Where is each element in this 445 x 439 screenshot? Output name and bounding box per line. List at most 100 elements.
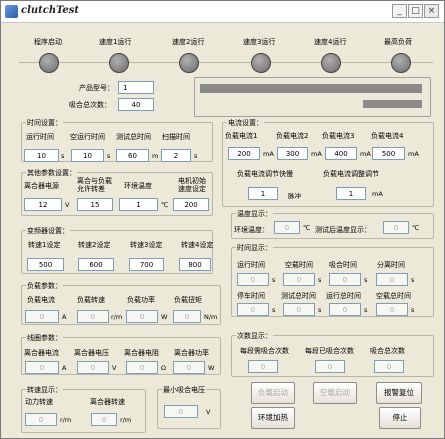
run-time-display: 0 (237, 273, 269, 286)
unit-label: W (208, 364, 215, 372)
alarm-reset-button[interactable]: 报警复位 (376, 382, 422, 404)
status-lamp-icon (251, 53, 271, 73)
motor-speed-input[interactable]: 200 (173, 198, 209, 211)
field-label: 转速3设定 (130, 241, 163, 249)
field-label: 电机初始速度设定 (178, 177, 206, 193)
field-label: 离合器电压 (74, 349, 109, 357)
product-type-label: 产品型号： (79, 84, 114, 92)
load-start-button[interactable]: 负载启动 (251, 382, 295, 404)
test-total-time-input[interactable]: 60 (116, 149, 149, 162)
slip-allow-input[interactable]: 15 (77, 198, 113, 211)
env-temp-display: 0 (274, 221, 300, 234)
segment-required-display: 0 (248, 360, 278, 373)
clutch-power-input[interactable]: 12 (24, 198, 62, 211)
status-lamp-icon (179, 53, 199, 73)
unit-label: W (161, 313, 168, 321)
field-label: 每段已吸合次数 (305, 347, 354, 355)
progress-bar (200, 84, 422, 93)
field-label: 环境温度 (124, 182, 152, 190)
field-label: 吸合总次数 (370, 347, 405, 355)
field-label: 离合器电阻 (124, 349, 159, 357)
current-speed-input[interactable]: 1 (248, 187, 278, 200)
clutch-current-display: 0 (25, 361, 59, 374)
ambient-temp-input[interactable]: 1 (119, 198, 158, 211)
progress-panel (194, 77, 431, 117)
load-torque-display: 0 (173, 310, 201, 323)
load-current-3-input[interactable]: 400 (325, 147, 357, 160)
min-voltage-display: 0 (164, 405, 198, 418)
group-title: 时间设置： (26, 118, 63, 128)
clutch-resistance-display: 0 (126, 361, 158, 374)
load-current-4-input[interactable]: 500 (372, 147, 405, 160)
maximize-button[interactable]: □ (408, 4, 423, 18)
minimize-button[interactable]: _ (392, 4, 407, 18)
status-lamp-icon (109, 53, 129, 73)
unit-label: mA (372, 190, 383, 198)
unit-label: s (364, 306, 368, 314)
clutch-voltage-display: 0 (77, 361, 109, 374)
clutch-power-display: 0 (173, 361, 205, 374)
unit-label: mA (263, 150, 274, 158)
unit-label: s (272, 306, 276, 314)
run-time-input[interactable]: 10 (24, 149, 59, 162)
field-label: 负载电流4 (371, 132, 404, 140)
unit-label: s (272, 276, 276, 284)
group-title: 其他参数设置： (26, 168, 77, 178)
unit-label: s (318, 306, 322, 314)
speed-1-input[interactable]: 500 (27, 258, 64, 271)
segment-done-display: 0 (315, 360, 345, 373)
field-label: 离合与负载允许转差 (77, 177, 112, 193)
field-label: 空载时间 (285, 261, 313, 269)
close-button[interactable]: × (424, 4, 439, 18)
group-title: 最小吸合电压 (162, 385, 206, 395)
unit-label: Ω (161, 364, 166, 372)
unit-label: ℃ (303, 224, 311, 232)
field-label: 负载电流调节快慢 (237, 170, 293, 178)
unit-label: V (65, 201, 70, 209)
env-heat-button[interactable]: 环境加热 (251, 407, 295, 429)
status-rail (19, 62, 433, 63)
field-label: 负载转速 (77, 296, 105, 304)
group-title: 变频器设置： (26, 226, 70, 236)
field-label: 负载功率 (127, 296, 155, 304)
product-type-input[interactable]: 1 (118, 81, 154, 94)
unit-label: m (152, 152, 159, 160)
idle-time-display: 0 (283, 273, 315, 286)
group-title: 负载参数： (26, 281, 63, 291)
speed-3-input[interactable]: 700 (129, 258, 164, 271)
current-adjust-input[interactable]: 1 (336, 187, 366, 200)
field-label: 停车时间 (237, 292, 265, 300)
load-current-1-input[interactable]: 200 (228, 147, 260, 160)
speed-4-input[interactable]: 800 (179, 258, 211, 271)
unit-label: N/m (204, 313, 218, 321)
unit-label: A (62, 313, 67, 321)
unit-label: s (411, 306, 415, 314)
field-label: 运行时间 (26, 133, 54, 141)
field-label: 测试后温度显示： (315, 226, 371, 234)
unit-label: s (364, 276, 368, 284)
idle-time-input[interactable]: 10 (71, 149, 104, 162)
unit-label: A (62, 364, 67, 372)
progress-bar (363, 100, 422, 108)
status-label: 速度4运行 (314, 38, 347, 46)
load-current-2-input[interactable]: 300 (277, 147, 308, 160)
unit-label: mA (360, 150, 371, 158)
scan-time-input[interactable]: 2 (161, 149, 191, 162)
field-label: 扫描时间 (162, 133, 190, 141)
group-title: 温度显示： (236, 209, 273, 219)
field-label: 负载扭矩 (174, 296, 202, 304)
idle-start-button[interactable]: 空载启动 (313, 382, 357, 404)
status-lamp-icon (391, 53, 411, 73)
field-label: 离合器功率 (174, 349, 209, 357)
load-power-display: 0 (126, 310, 158, 323)
unit-label: mA (408, 150, 419, 158)
group-title: 时间显示： (236, 243, 273, 253)
unit-label: ℃ (412, 224, 420, 232)
stop-button[interactable]: 停止 (379, 407, 421, 429)
total-count-input[interactable]: 40 (118, 98, 154, 111)
unit-label: V (206, 408, 211, 416)
group-title: 电流设置： (227, 118, 264, 128)
field-label: 运行时间 (237, 261, 265, 269)
speed-2-input[interactable]: 600 (78, 258, 114, 271)
title-bar: clutchTest _ □ × (1, 1, 444, 23)
